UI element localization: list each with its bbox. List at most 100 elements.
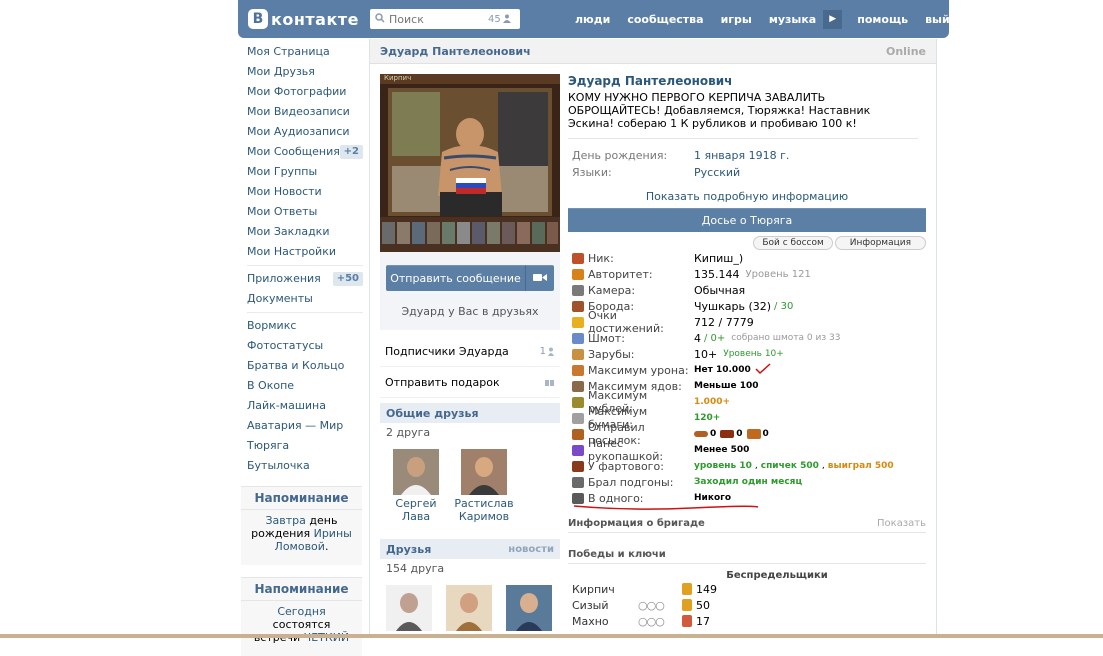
profile-avatar[interactable]: Кирпич (380, 74, 560, 252)
tab-information[interactable]: Информация (834, 236, 926, 250)
nav-help[interactable]: помощь (857, 13, 908, 26)
menu-my-settings[interactable]: Мои Настройки (238, 242, 365, 262)
friend-name[interactable]: Сергей (386, 497, 446, 510)
nav-logout[interactable]: выйти (925, 13, 964, 26)
menu-my-news[interactable]: Мои Новости (238, 182, 365, 202)
app-link[interactable]: Лайк-машина (238, 396, 365, 416)
brigade-show-link[interactable]: Показать (877, 518, 926, 529)
nav-games[interactable]: игры (721, 13, 752, 26)
send-gift-label: Отправить подарок (385, 375, 500, 389)
wins-value: 50 (696, 598, 710, 612)
stat-label: Авторитет: (588, 267, 653, 281)
birthday-value[interactable]: 1 января 1918 г. (694, 149, 789, 162)
stat-value: Менее 500 (694, 445, 750, 455)
menu-my-friends[interactable]: Мои Друзья (238, 62, 365, 82)
nav-people[interactable]: люди (575, 13, 610, 26)
stat-extra: / 30 (774, 300, 794, 312)
profile-status[interactable]: КОМУ НУЖНО ПЕРВОГО КЕРПИЧА ЗАВАЛИТЬ ОБРО… (568, 91, 918, 139)
menu-documents[interactable]: Документы (238, 289, 365, 309)
wins-title: Победы и ключи (568, 548, 666, 560)
video-call-button[interactable] (525, 265, 554, 291)
friend-card[interactable]: Сергей Лава (386, 449, 446, 535)
app-link[interactable]: Фотостатусы (238, 336, 365, 356)
app-link[interactable]: Аватария — Мир (238, 416, 365, 436)
nav-music[interactable]: музыка (769, 13, 816, 26)
app-link[interactable]: Тюряга (238, 436, 365, 456)
stat-value: выиграл 500 (827, 461, 894, 471)
subscribers-link[interactable]: Подписчики Эдуарда 1 (380, 336, 560, 367)
profile-header: Эдуард Пантелеонович Online (370, 39, 936, 64)
stat-value: Нет 10.000 (694, 365, 751, 375)
dossier-button[interactable]: Досье о Тюряга (568, 208, 926, 232)
friend-card[interactable]: Растислав Каримов (452, 449, 516, 535)
send-message-row: Отправить сообщение (386, 265, 554, 291)
search-count: 45 (488, 13, 501, 25)
friend-photo[interactable] (506, 585, 552, 631)
common-friends-list: Сергей Лава Растислав Каримов (380, 443, 560, 535)
poison-icon (572, 380, 584, 392)
vk-logo[interactable]: В контакте (248, 7, 359, 31)
app-link[interactable]: В Окопе (238, 376, 365, 396)
logo-mark: В (248, 9, 268, 29)
play-icon[interactable]: ▶ (823, 9, 843, 29)
knife-icon (572, 492, 584, 504)
friends-news-link[interactable]: новости (508, 544, 554, 555)
app-link[interactable]: Братва и Кольцо (238, 356, 365, 376)
brigade-title: Информация о бригаде (568, 517, 705, 529)
friend-photo[interactable] (386, 585, 432, 631)
game-stats: Ник: Кипиш_) Авторитет: 135.144 Уровень … (568, 250, 926, 506)
wins-name: Кирпич (572, 582, 615, 596)
menu-my-groups[interactable]: Мои Группы (238, 162, 365, 182)
stat-value: 120+ (694, 413, 721, 423)
menu-my-page[interactable]: Моя Страница (238, 42, 365, 62)
reminder-link[interactable]: Сегодня (277, 605, 325, 618)
clothes-icon (572, 332, 584, 344)
menu-divider (247, 312, 363, 313)
common-friends-header[interactable]: Общие друзья (380, 403, 560, 423)
languages-value[interactable]: Русский (694, 166, 740, 179)
wins-name: Сизый (572, 598, 609, 612)
reminder-link[interactable]: Завтра (266, 514, 306, 527)
search-box[interactable]: 45 (370, 9, 520, 29)
profile-left-column: Кирпич Отправить сообщение Эдуард у Вас … (380, 74, 560, 631)
app-link[interactable]: Бутылочка (238, 456, 365, 476)
avatar-caption: Кирпич (384, 74, 412, 82)
parcel-small-icon (694, 431, 708, 437)
friend-photo[interactable] (446, 585, 492, 631)
nav-communities[interactable]: сообщества (627, 13, 703, 26)
menu-my-audio[interactable]: Мои Аудиозаписи (238, 122, 365, 142)
tab-boss-fight[interactable]: Бой с боссом (753, 236, 833, 250)
left-menu: Моя Страница Мои Друзья Мои Фотографии М… (238, 42, 365, 656)
friend-photo[interactable] (461, 449, 507, 495)
apps-badge: +50 (332, 272, 363, 286)
friends-header[interactable]: Друзья новости (380, 539, 560, 559)
menu-my-photos[interactable]: Мои Фотографии (238, 82, 365, 102)
parcel-medium-icon (720, 430, 735, 438)
friend-surname[interactable]: Каримов (452, 510, 516, 523)
stat-row: Камера: Обычная (568, 282, 926, 298)
rubles-icon (572, 396, 584, 408)
friend-name[interactable]: Растислав (452, 497, 516, 510)
top-bar: В контакте 45 люди сообщества игры музык… (238, 0, 964, 38)
stat-row: Нанес рукопашкой: Менее 500 (568, 437, 926, 463)
brigade-section: Информация о бригаде Показать (568, 514, 926, 533)
send-gift-link[interactable]: Отправить подарок (380, 367, 560, 398)
send-message-button[interactable]: Отправить сообщение (386, 265, 525, 291)
friend-surname[interactable]: Лава (386, 510, 446, 523)
profile-main: Эдуард Пантелеонович Online Кирпич Отпра… (369, 39, 937, 638)
stat-value: спичек 500 (760, 461, 819, 471)
show-details-link[interactable]: Показать подробную информацию (568, 190, 926, 204)
stat-row: Очки достижений: 712 / 7779 (568, 309, 926, 335)
stat-value: уровень 10 (694, 461, 752, 471)
menu-my-messages[interactable]: Мои Сообщения +2 (238, 142, 365, 162)
menu-apps[interactable]: Приложения +50 (238, 269, 365, 289)
menu-my-answers[interactable]: Мои Ответы (238, 202, 365, 222)
app-link[interactable]: Вормикс (238, 316, 365, 336)
menu-my-bookmarks[interactable]: Мои Закладки (238, 222, 365, 242)
search-input[interactable] (389, 12, 484, 26)
friend-photo[interactable] (393, 449, 439, 495)
reminder-title: Напоминание (241, 491, 362, 510)
stat-value: 135.144 (694, 267, 740, 281)
menu-my-videos[interactable]: Мои Видеозаписи (238, 102, 365, 122)
wins-name: Махно (572, 614, 609, 628)
